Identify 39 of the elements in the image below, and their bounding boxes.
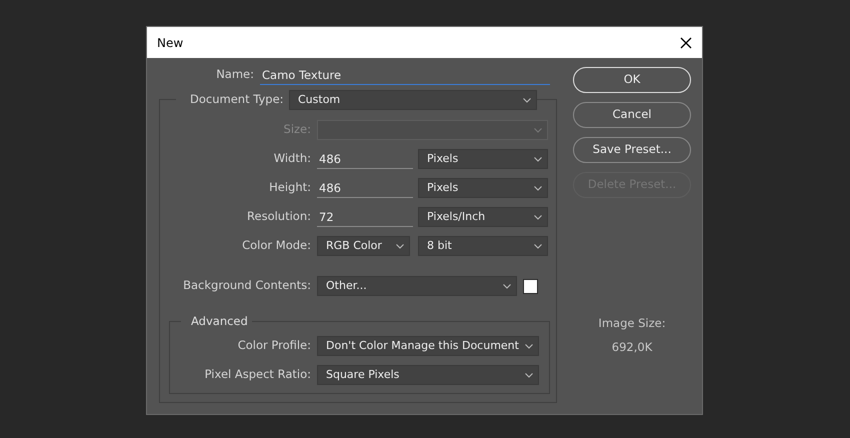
input-field[interactable]: 72 [317, 207, 413, 227]
caret-icon [396, 244, 404, 248]
input-field[interactable]: 486 [317, 178, 413, 198]
button[interactable]: Save Preset... [573, 137, 691, 163]
window-title: New [157, 34, 184, 52]
field-label: Resolution: [246, 208, 312, 226]
input-field[interactable]: Camo Texture [260, 65, 550, 85]
caret-icon [534, 128, 542, 132]
caret-icon [525, 344, 533, 348]
caret-icon [523, 98, 531, 102]
dropdown[interactable]: Custom [289, 90, 537, 110]
field-label: Color Mode: [241, 237, 312, 254]
dropdown[interactable]: Pixels/Inch [418, 207, 548, 227]
dropdown[interactable]: Pixels [418, 178, 548, 198]
caret-icon [534, 186, 542, 190]
field-label: Name: [215, 66, 255, 84]
dropdown[interactable]: 8 bit [418, 236, 548, 256]
color-swatch[interactable] [523, 278, 538, 294]
close-icon[interactable] [680, 36, 692, 48]
field-label: Pixel Aspect Ratio: [204, 366, 312, 384]
caret-icon [503, 284, 511, 288]
dropdown[interactable]: Pixels [418, 149, 548, 169]
dropdown[interactable]: Square Pixels [317, 365, 539, 385]
button[interactable]: Cancel [573, 102, 691, 128]
caret-icon [534, 156, 542, 162]
dropdown[interactable]: RGB Color [317, 236, 410, 256]
field-label: Color Profile: [236, 337, 312, 354]
dropdown[interactable]: Don't Color Manage this Document [317, 336, 539, 356]
field-label: Width: [272, 150, 312, 168]
button[interactable]: OK [573, 67, 691, 93]
dropdown[interactable]: Other... [317, 276, 517, 296]
field-label: Background Contents: [182, 277, 312, 294]
caret-icon [534, 244, 542, 248]
input-field[interactable]: 486 [317, 149, 413, 169]
image-size-value: 692,0K [610, 339, 654, 356]
caret-icon [534, 214, 542, 220]
image-size-label: Image Size: [597, 315, 667, 332]
caret-icon [525, 372, 533, 378]
field-label: Height: [268, 179, 312, 196]
